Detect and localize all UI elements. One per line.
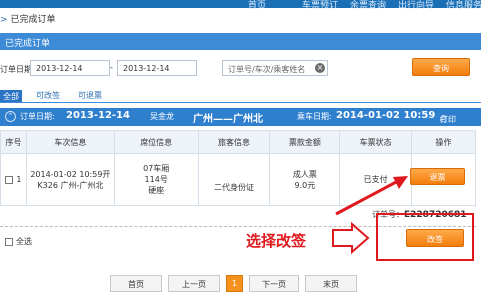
pager-current[interactable]: 1 [226, 275, 243, 292]
pager-next[interactable]: 下一页 [249, 275, 299, 292]
arrow-to-refund-icon [335, 176, 408, 216]
pager-last[interactable]: 末页 [305, 275, 357, 292]
pager-prev[interactable]: 上一页 [168, 275, 220, 292]
arrow-to-change-icon [332, 221, 370, 255]
pager-first[interactable]: 首页 [110, 275, 162, 292]
annotation-arrows [332, 176, 408, 255]
